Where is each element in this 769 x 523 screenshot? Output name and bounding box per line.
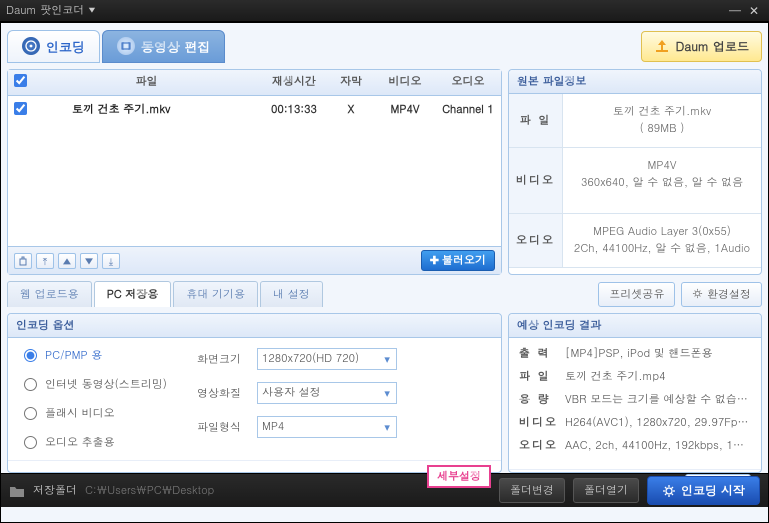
file-row-sub: X (327, 102, 375, 119)
result-video-value: H264(AVC1), 1280x720, 29.97Fps, 19.. (565, 415, 751, 430)
subtab-pc[interactable]: PC 저장용 (94, 281, 172, 307)
radio-streaming[interactable]: 인터넷 동영상(스트리밍) (24, 377, 167, 392)
move-bottom-button[interactable]: ⤓ (102, 253, 120, 269)
column-subtitle: 자막 (327, 70, 375, 95)
upload-icon (654, 39, 670, 53)
column-audio: 오디오 (435, 70, 501, 95)
result-audio-label: 오디오 (519, 438, 565, 453)
encoding-result-panel: 예상 인코딩 결과 출 력[MP4]PSP, iPod 및 핸드폰용 파 일토끼… (508, 313, 762, 473)
result-audio-value: AAC, 2ch, 44100Hz, 192kbps, 1Audio (565, 438, 751, 453)
radio-flash[interactable]: 플래시 비디오 (24, 406, 167, 421)
result-size-value: VBR 모드는 크기를 예상할 수 없습니다. (565, 392, 751, 407)
fileinfo-file-label: 파 일 (509, 94, 563, 147)
file-format-label: 파일형식 (197, 420, 247, 435)
fileinfo-video-value: MP4V 360x640, 알 수 없음, 알 수 없음 (563, 148, 761, 213)
folder-icon (9, 484, 25, 498)
encoding-icon (22, 37, 40, 55)
daum-upload-button[interactable]: Daum 업로드 (641, 31, 762, 62)
subtab-web[interactable]: 웹 업로드용 (7, 281, 92, 307)
delete-button[interactable] (14, 253, 32, 269)
subtab-mobile[interactable]: 휴대 기기용 (173, 281, 258, 307)
encoding-options-title: 인코딩 옵션 (8, 314, 501, 338)
file-list-panel: 파일 재생시간 자막 비디오 오디오 토끼 건초 주기.mkv 00:13:33… (7, 69, 502, 275)
save-folder-path: C:\Users\PC\Desktop (85, 483, 214, 498)
start-encoding-button[interactable]: 인코딩 시작 (647, 476, 760, 505)
move-up-button[interactable]: ▲ (58, 253, 76, 269)
gear-icon (662, 484, 676, 498)
file-row-name: 토끼 건초 주기.mkv (32, 102, 261, 119)
video-edit-icon (117, 37, 135, 55)
close-icon[interactable]: ✕ (745, 2, 763, 19)
main-tabbar: 인코딩 동영상 편집 Daum 업로드 (7, 29, 762, 63)
tab-video-edit[interactable]: 동영상 편집 (102, 30, 225, 63)
plus-icon: ✚ (430, 253, 439, 268)
file-row[interactable]: 토끼 건초 주기.mkv 00:13:33 X MP4V Channel 1 (8, 96, 501, 125)
file-list-header: 파일 재생시간 자막 비디오 오디오 (8, 70, 501, 96)
column-time: 재생시간 (261, 70, 327, 95)
detail-settings-button[interactable]: 세부설정 (427, 465, 491, 488)
result-size-label: 용 량 (519, 392, 565, 407)
video-quality-select[interactable]: 사용자 설정 (257, 382, 397, 404)
env-settings-button[interactable]: 환경설정 (681, 282, 762, 307)
move-down-button[interactable]: ▼ (80, 253, 98, 269)
encoding-options-panel: 인코딩 옵션 PC/PMP 용 인터넷 동영상(스트리밍) 플래시 비디오 오디… (7, 313, 502, 473)
result-file-value: 토끼 건초 주기.mp4 (565, 369, 751, 384)
fileinfo-audio-value: MPEG Audio Layer 3(0x55) 2Ch, 44100Hz, 알… (563, 214, 761, 267)
video-quality-label: 영상화질 (197, 386, 247, 401)
titlebar: Daum 팟인코더 ▼ — ✕ (0, 0, 769, 22)
result-output-value: [MP4]PSP, iPod 및 핸드폰용 (565, 346, 751, 361)
result-file-label: 파 일 (519, 369, 565, 384)
encoding-result-title: 예상 인코딩 결과 (509, 314, 761, 338)
screen-size-label: 화면크기 (197, 352, 247, 367)
change-folder-button[interactable]: 폴더변경 (499, 478, 565, 503)
subtab-my[interactable]: 내 설정 (260, 281, 323, 307)
result-output-label: 출 력 (519, 346, 565, 361)
file-row-video: MP4V (375, 102, 435, 119)
tab-encoding[interactable]: 인코딩 (7, 30, 100, 63)
open-folder-button[interactable]: 폴더열기 (573, 478, 639, 503)
save-folder-label: 저장폴더 (33, 483, 77, 498)
result-video-label: 비디오 (519, 415, 565, 430)
preset-share-button[interactable]: 프리셋공유 (598, 282, 675, 307)
titlebar-title: Daum 팟인코더 (6, 3, 84, 18)
file-row-checkbox[interactable] (14, 102, 27, 115)
file-format-select[interactable]: MP4 (257, 416, 397, 438)
minimize-icon[interactable]: — (725, 2, 745, 19)
screen-size-select[interactable]: 1280x720(HD 720) (257, 348, 397, 370)
file-info-panel: 원본 파일정보 파 일 토끼 건초 주기.mkv ( 89MB ) 비디오 MP… (508, 69, 762, 275)
fileinfo-video-label: 비디오 (509, 148, 563, 213)
column-file: 파일 (32, 70, 261, 95)
select-all-checkbox[interactable] (14, 74, 27, 87)
fileinfo-file-value: 토끼 건초 주기.mkv ( 89MB ) (563, 94, 761, 147)
move-top-button[interactable]: ⤒ (36, 253, 54, 269)
fileinfo-audio-label: 오디오 (509, 214, 563, 267)
load-file-button[interactable]: ✚ 불러오기 (421, 250, 495, 271)
file-list-footer: ⤒ ▲ ▼ ⤓ ✚ 불러오기 (8, 246, 501, 274)
radio-audio[interactable]: 오디오 추출용 (24, 435, 167, 450)
file-row-audio: Channel 1 (435, 102, 501, 119)
radio-pcpmp[interactable]: PC/PMP 용 (24, 348, 167, 363)
file-row-time: 00:13:33 (261, 102, 327, 119)
gear-icon (692, 288, 703, 299)
titlebar-dropdown-icon[interactable]: ▼ (88, 5, 95, 16)
file-info-title: 원본 파일정보 (509, 70, 761, 94)
column-video: 비디오 (375, 70, 435, 95)
